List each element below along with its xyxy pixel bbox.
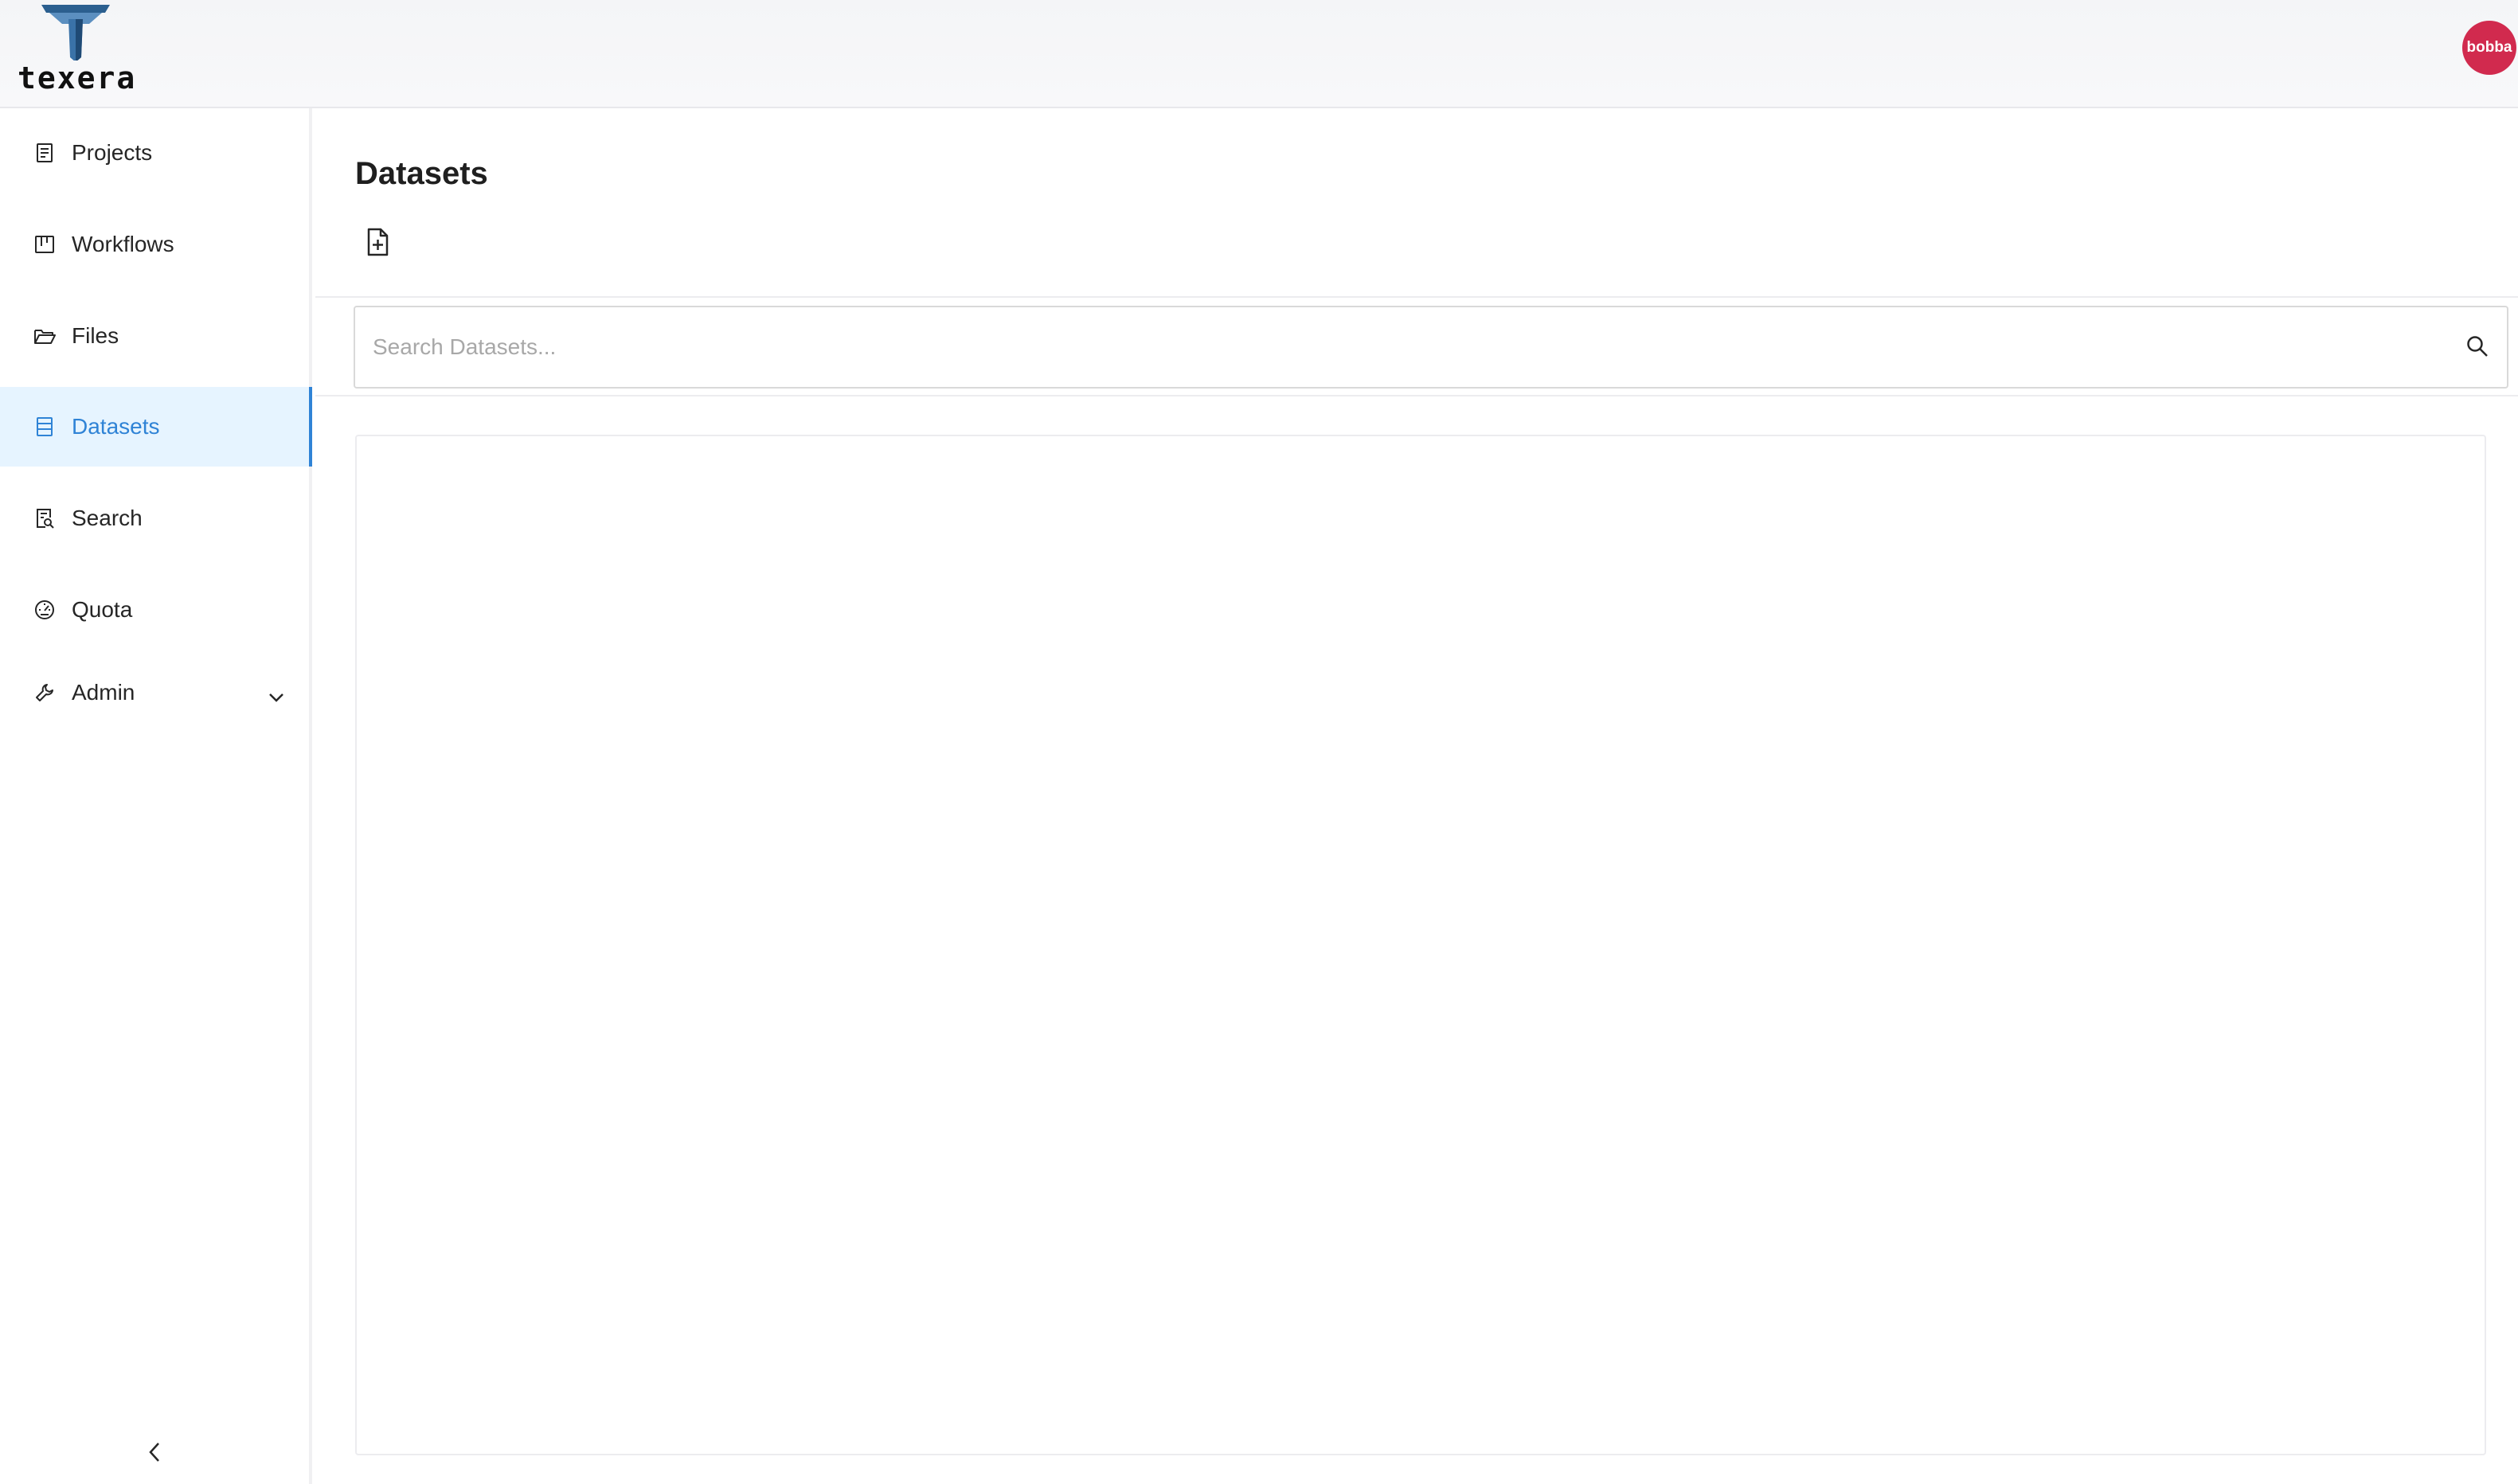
logo-text: texera <box>18 61 137 96</box>
user-avatar[interactable]: bobba <box>2462 21 2516 75</box>
sidebar-item-datasets[interactable]: Datasets <box>0 387 312 467</box>
chevron-left-icon <box>147 1441 162 1467</box>
sidebar-item-search[interactable]: Search <box>0 478 312 558</box>
add-dataset-button[interactable] <box>360 223 395 264</box>
chevron-down-icon[interactable] <box>268 683 285 709</box>
project-icon <box>33 142 56 164</box>
sidebar-item-workflows[interactable]: Workflows <box>0 205 312 284</box>
sidebar: Projects Workflows Files Datasets Search… <box>0 108 312 1484</box>
sidebar-item-label: Projects <box>72 140 153 165</box>
sidebar-item-label: Admin <box>72 680 135 705</box>
texera-logo[interactable]: texera <box>18 5 137 96</box>
dashboard-icon <box>33 599 56 621</box>
sidebar-item-files[interactable]: Files <box>0 296 312 376</box>
dataset-list-panel <box>355 435 2486 1455</box>
sidebar-item-label: Datasets <box>72 414 160 439</box>
sidebar-item-label: Quota <box>72 597 133 622</box>
database-icon <box>33 416 56 438</box>
tool-icon <box>33 681 56 704</box>
sidebar-item-label: Files <box>72 323 119 348</box>
search-bar <box>354 306 2508 389</box>
divider <box>315 296 2518 298</box>
search-icon[interactable] <box>2465 334 2489 362</box>
sidebar-item-admin[interactable]: Admin <box>0 653 312 732</box>
file-add-icon <box>366 228 389 260</box>
sidebar-item-quota[interactable]: Quota <box>0 570 312 650</box>
sidebar-item-projects[interactable]: Projects <box>0 113 312 193</box>
workflow-icon <box>33 233 56 256</box>
folder-icon <box>33 325 56 347</box>
top-header: texera bobba <box>0 0 2518 108</box>
main-content: Datasets <box>315 108 2518 1484</box>
search-input[interactable] <box>355 307 2442 387</box>
texera-logo-icon <box>41 5 110 61</box>
sidebar-item-label: Search <box>72 506 143 530</box>
page-title: Datasets <box>355 156 488 191</box>
sidebar-item-label: Workflows <box>72 232 174 256</box>
sidebar-collapse-button[interactable] <box>140 1439 169 1468</box>
file-search-icon <box>33 507 56 529</box>
divider <box>315 395 2518 396</box>
